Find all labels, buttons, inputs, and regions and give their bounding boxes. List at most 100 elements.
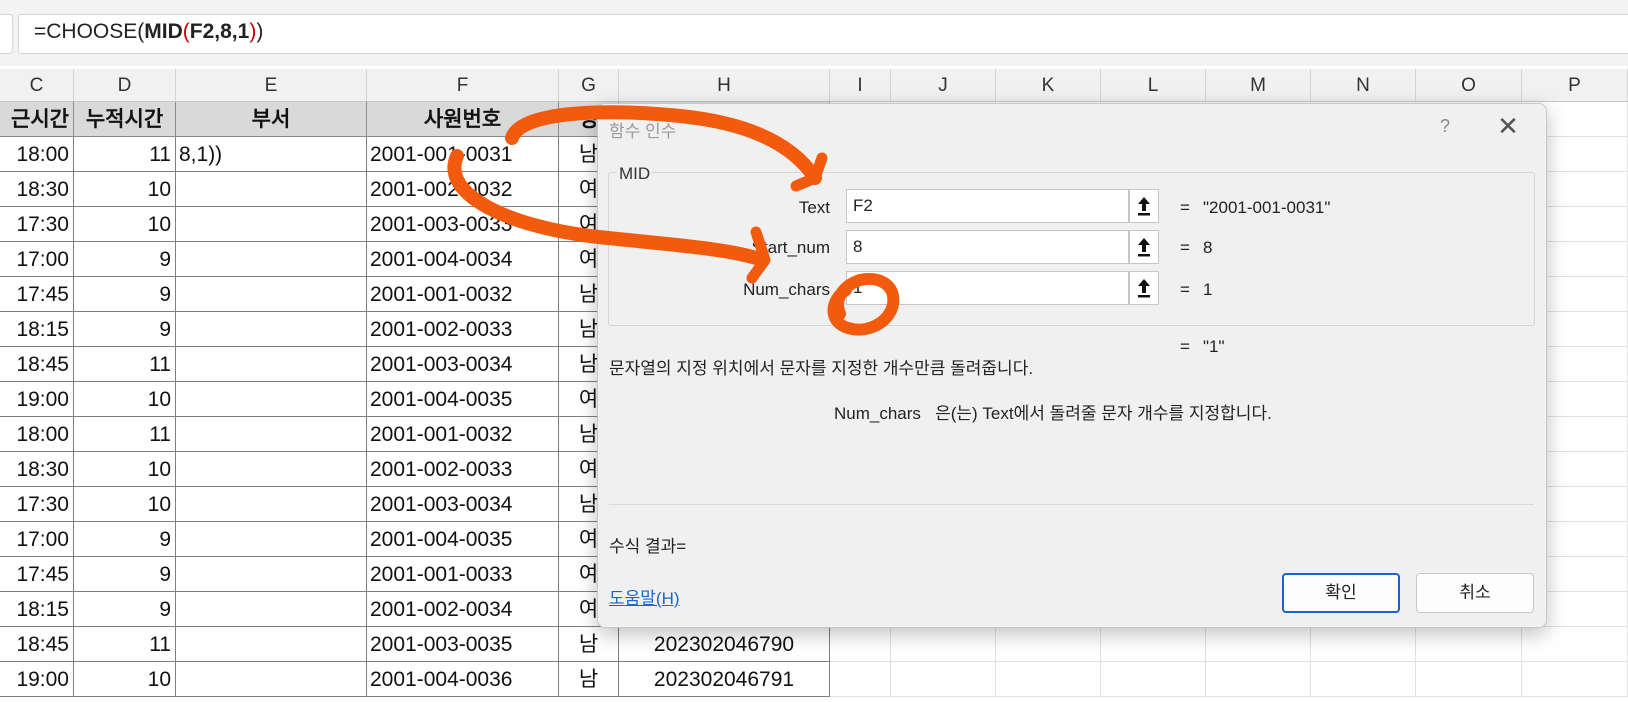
cell-total-hours[interactable]: 9 — [74, 277, 176, 312]
cell-total-hours[interactable]: 10 — [74, 452, 176, 487]
column-header-c[interactable]: C — [0, 69, 74, 102]
column-header-j[interactable]: J — [891, 69, 996, 102]
cell-employee-id[interactable]: 2001-001-0033 — [367, 557, 559, 592]
cell-total-hours[interactable]: 10 — [74, 382, 176, 417]
cell-total-hours[interactable]: 10 — [74, 172, 176, 207]
column-header-k[interactable]: K — [996, 69, 1101, 102]
help-icon[interactable]: ? — [1431, 112, 1459, 140]
cell-total-hours[interactable]: 11 — [74, 347, 176, 382]
cell-total-hours[interactable]: 9 — [74, 557, 176, 592]
cell-time[interactable]: 19:00 — [0, 662, 74, 697]
cell-total-hours[interactable]: 10 — [74, 662, 176, 697]
name-box[interactable] — [0, 14, 13, 54]
cell-department[interactable] — [176, 452, 367, 487]
empty-cell[interactable] — [1522, 662, 1628, 697]
cell-employee-id[interactable]: 2001-004-0035 — [367, 382, 559, 417]
empty-cell[interactable] — [1522, 627, 1628, 662]
collapse-dialog-button-text[interactable] — [1129, 189, 1159, 223]
empty-cell[interactable] — [996, 662, 1101, 697]
column-header-d[interactable]: D — [74, 69, 176, 102]
empty-cell[interactable] — [1416, 662, 1522, 697]
cell-total-hours[interactable]: 9 — [74, 592, 176, 627]
empty-cell[interactable] — [1206, 662, 1311, 697]
cell-employee-id[interactable]: 2001-001-0032 — [367, 277, 559, 312]
empty-cell[interactable] — [891, 662, 996, 697]
cell-employee-id[interactable]: 2001-003-0034 — [367, 347, 559, 382]
column-header-f[interactable]: F — [367, 69, 559, 102]
cell-time[interactable]: 17:45 — [0, 277, 74, 312]
cell-total-hours[interactable]: 11 — [74, 417, 176, 452]
cell-total-hours[interactable]: 9 — [74, 242, 176, 277]
empty-cell[interactable] — [1416, 627, 1522, 662]
header-cell-department[interactable]: 부서 — [176, 102, 367, 137]
cell-department[interactable] — [176, 487, 367, 522]
empty-cell[interactable] — [830, 662, 891, 697]
cell-employee-id[interactable]: 2001-003-0034 — [367, 487, 559, 522]
cell-employee-id[interactable]: 2001-002-0033 — [367, 452, 559, 487]
header-cell-employee-id[interactable]: 사원번호 — [367, 102, 559, 137]
cell-employee-id[interactable]: 2001-002-0032 — [367, 172, 559, 207]
empty-cell[interactable] — [1101, 662, 1206, 697]
cell-department[interactable] — [176, 172, 367, 207]
cell-department[interactable] — [176, 627, 367, 662]
dialog-titlebar[interactable]: 함수 인수 ? ✕ — [598, 104, 1546, 144]
help-link[interactable]: 도움말(H) — [609, 584, 680, 609]
cell-time[interactable]: 18:00 — [0, 417, 74, 452]
cell-employee-id[interactable]: 2001-004-0034 — [367, 242, 559, 277]
cell-total-hours[interactable]: 11 — [74, 627, 176, 662]
collapse-dialog-button-num-chars[interactable] — [1129, 271, 1159, 305]
cell-department[interactable] — [176, 592, 367, 627]
cell-time[interactable]: 17:30 — [0, 487, 74, 522]
ok-button[interactable]: 확인 — [1282, 573, 1400, 613]
cell-time[interactable]: 18:15 — [0, 312, 74, 347]
cell-time[interactable]: 19:00 — [0, 382, 74, 417]
cell-department[interactable] — [176, 522, 367, 557]
cell-employee-id[interactable]: 2001-001-0031 — [367, 137, 559, 172]
cell-time[interactable]: 17:30 — [0, 207, 74, 242]
cell-department[interactable] — [176, 242, 367, 277]
empty-cell[interactable] — [830, 627, 891, 662]
cell-time[interactable]: 18:30 — [0, 452, 74, 487]
collapse-dialog-button-start-num[interactable] — [1129, 230, 1159, 264]
cell-h[interactable]: 202302046791 — [619, 662, 830, 697]
header-cell-time[interactable]: 근시간 — [0, 102, 74, 137]
cell-employee-id[interactable]: 2001-002-0034 — [367, 592, 559, 627]
cell-employee-id[interactable]: 2001-002-0033 — [367, 312, 559, 347]
cell-gender[interactable]: 남 — [559, 662, 619, 697]
cell-department[interactable] — [176, 382, 367, 417]
cell-employee-id[interactable]: 2001-003-0033 — [367, 207, 559, 242]
arg-input-start-num[interactable]: 8 — [846, 230, 1129, 264]
empty-cell[interactable] — [1101, 627, 1206, 662]
column-header-l[interactable]: L — [1101, 69, 1206, 102]
cell-employee-id[interactable]: 2001-004-0036 — [367, 662, 559, 697]
close-icon[interactable]: ✕ — [1493, 112, 1523, 142]
empty-cell[interactable] — [996, 627, 1101, 662]
cell-employee-id[interactable]: 2001-004-0035 — [367, 522, 559, 557]
cell-time[interactable]: 18:45 — [0, 347, 74, 382]
cell-department[interactable] — [176, 207, 367, 242]
cell-employee-id[interactable]: 2001-001-0032 — [367, 417, 559, 452]
empty-cell[interactable] — [891, 627, 996, 662]
cell-department[interactable] — [176, 312, 367, 347]
cell-time[interactable]: 18:15 — [0, 592, 74, 627]
cell-total-hours[interactable]: 11 — [74, 137, 176, 172]
column-header-h[interactable]: H — [619, 69, 830, 102]
arg-input-text[interactable]: F2 — [846, 189, 1129, 223]
cell-time[interactable]: 18:30 — [0, 172, 74, 207]
arg-input-num-chars[interactable]: 1 — [846, 271, 1129, 305]
cell-total-hours[interactable]: 9 — [74, 522, 176, 557]
header-cell-total-hours[interactable]: 누적시간 — [74, 102, 176, 137]
cell-department[interactable] — [176, 277, 367, 312]
column-header-g[interactable]: G — [559, 69, 619, 102]
cancel-button[interactable]: 취소 — [1416, 573, 1534, 613]
empty-cell[interactable] — [1311, 627, 1416, 662]
empty-cell[interactable] — [1311, 662, 1416, 697]
column-header-n[interactable]: N — [1311, 69, 1416, 102]
cell-total-hours[interactable]: 10 — [74, 487, 176, 522]
cell-h[interactable]: 202302046790 — [619, 627, 830, 662]
column-header-e[interactable]: E — [176, 69, 367, 102]
cell-time[interactable]: 18:00 — [0, 137, 74, 172]
cell-department[interactable]: 8,1)) — [176, 137, 367, 172]
cell-department[interactable] — [176, 662, 367, 697]
cell-total-hours[interactable]: 9 — [74, 312, 176, 347]
